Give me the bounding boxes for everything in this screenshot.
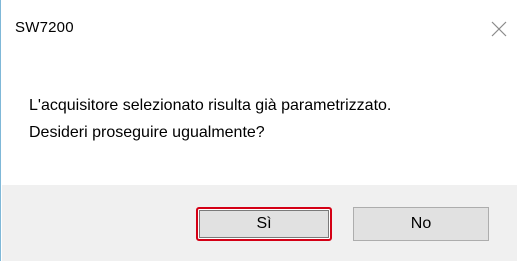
message-line-2: Desideri proseguire ugualmente? (29, 124, 265, 141)
confirmation-dialog: SW7200 L'acquisitore selezionato risulta… (0, 0, 517, 261)
message-line-1: L'acquisitore selezionato risulta già pa… (29, 97, 392, 114)
close-icon (491, 21, 507, 37)
yes-button[interactable]: Sì (196, 207, 332, 241)
no-button[interactable]: No (353, 207, 489, 241)
yes-button-label: Sì (256, 215, 272, 232)
no-button-label: No (410, 215, 432, 232)
window-title: SW7200 (15, 19, 74, 36)
close-button[interactable] (481, 12, 517, 46)
dialog-message: L'acquisitore selezionato risulta già pa… (29, 92, 391, 146)
